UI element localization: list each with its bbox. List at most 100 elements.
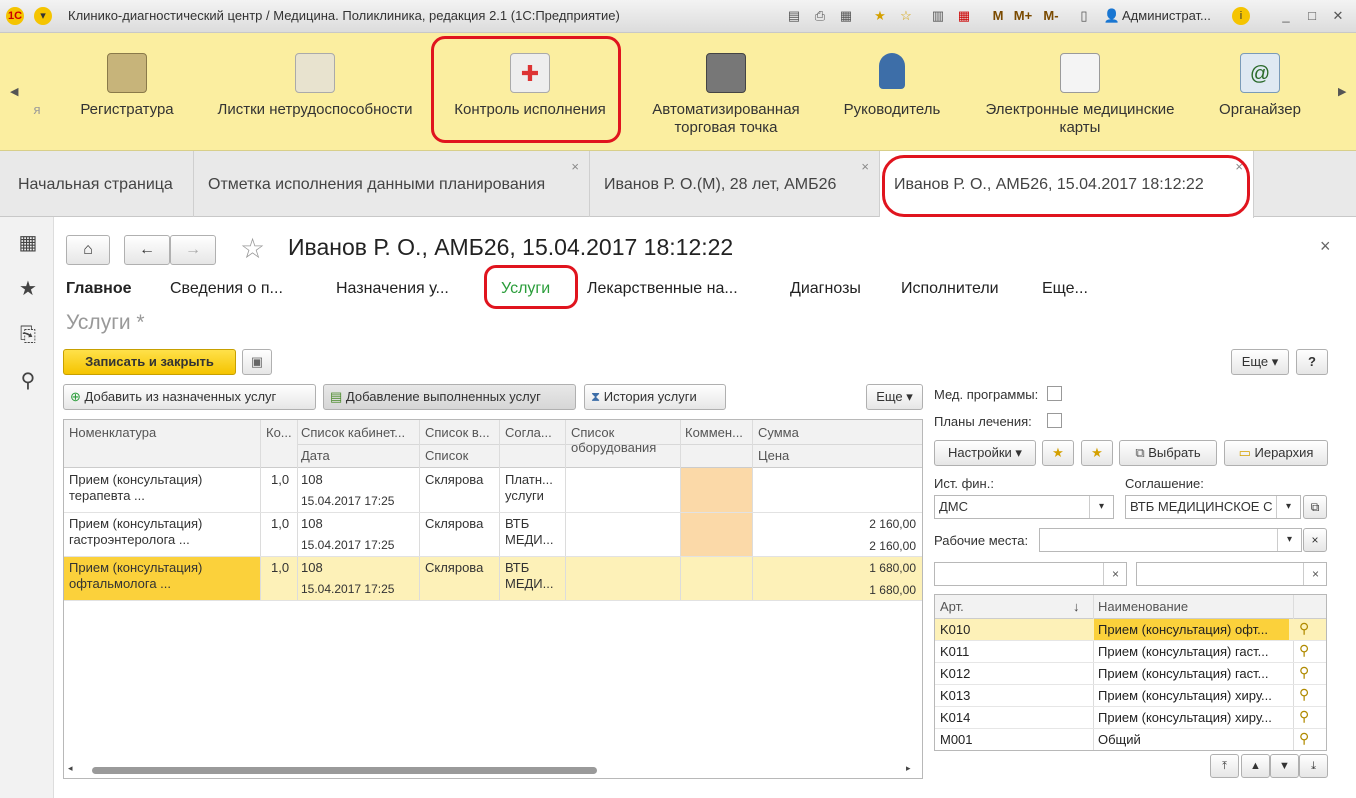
col-equipment[interactable]: Список оборудования — [571, 425, 671, 455]
filter-clear-2-icon[interactable]: × — [1303, 563, 1327, 585]
section-sick-leave[interactable]: Листки нетрудоспособности — [205, 53, 425, 118]
save-disk-button[interactable]: ▣ — [242, 349, 272, 375]
forward-button[interactable]: → — [170, 235, 216, 265]
favorite-star-icon[interactable]: ☆ — [240, 232, 265, 265]
agreement-field[interactable]: ВТБ МЕДИЦИНСКОЕ С — [1125, 495, 1301, 519]
scroll-thumb[interactable] — [92, 767, 597, 774]
close-tab-icon[interactable]: × — [571, 159, 579, 174]
col-qty[interactable]: Ко... — [266, 425, 292, 440]
col-cabinets[interactable]: Список кабинет... — [301, 425, 405, 440]
preview-icon[interactable]: ▦ — [836, 6, 856, 26]
scroll-left-arrow[interactable]: ◀ — [10, 85, 18, 98]
section-pos[interactable]: Автоматизированная торговая точка — [636, 53, 816, 136]
tab-more[interactable]: Еще... — [1042, 280, 1088, 298]
horizontal-scrollbar[interactable]: ◂ ▸ — [64, 762, 922, 778]
star-list-button[interactable]: ★ — [1081, 440, 1113, 466]
info-icon[interactable]: i — [1232, 7, 1250, 25]
col-price[interactable]: Цена — [758, 448, 789, 463]
tab-patient-card[interactable]: Иванов Р. О.(М), 28 лет, АМБ26 × — [590, 151, 880, 217]
tab-main[interactable]: Главное — [66, 280, 132, 298]
tab-performers[interactable]: Исполнители — [901, 280, 999, 298]
go-down-button[interactable]: ▼ — [1270, 754, 1299, 778]
help-button[interactable]: ? — [1296, 349, 1328, 375]
memory-m-button[interactable]: M — [988, 6, 1008, 26]
favorites-icon[interactable]: ★ — [870, 6, 890, 26]
col-agreement[interactable]: Согла... — [505, 425, 552, 440]
minimize-button[interactable]: _ — [1276, 6, 1296, 26]
workplaces-clear-button[interactable]: × — [1303, 528, 1327, 552]
services-catalog-table[interactable]: Арт. ↓ Наименование K010 Прием (консульт… — [934, 594, 1327, 751]
filter-clear-1-icon[interactable]: × — [1103, 563, 1127, 585]
menu-dropdown-icon[interactable]: ▾ — [34, 7, 52, 25]
tab-execution-mark[interactable]: Отметка исполнения данными планирования … — [194, 151, 590, 217]
service-history-button[interactable]: ⧗ История услуги — [584, 384, 726, 410]
fin-source-dropdown-icon[interactable]: ▾ — [1089, 496, 1113, 518]
workplaces-field[interactable] — [1039, 528, 1302, 552]
home-button[interactable]: ⌂ — [66, 235, 110, 265]
go-first-button[interactable]: ⤒ — [1210, 754, 1239, 778]
settings-button[interactable]: Настройки ▾ — [934, 440, 1036, 466]
memory-mplus-button[interactable]: M+ — [1010, 6, 1036, 26]
memory-mminus-button[interactable]: M- — [1038, 6, 1064, 26]
col-art[interactable]: Арт. — [940, 599, 964, 614]
add-done-services-button[interactable]: ▤ Добавление выполненных услуг — [323, 384, 576, 410]
apps-grid-icon[interactable]: ▦ — [16, 231, 40, 255]
agreement-dropdown-icon[interactable]: ▾ — [1276, 496, 1300, 518]
filter-field-2[interactable] — [1136, 562, 1327, 586]
add-favorite-icon[interactable]: ☆ — [896, 6, 916, 26]
magnifier-icon[interactable]: ⚲ — [1299, 664, 1309, 681]
list-item[interactable]: K014 Прием (консультация) хиру... ⚲ — [935, 707, 1326, 729]
list-item[interactable]: K010 Прием (консультация) офт... ⚲ — [935, 619, 1326, 641]
list-item[interactable]: K013 Прием (консультация) хиру... ⚲ — [935, 685, 1326, 707]
fin-source-field[interactable]: ДМС — [934, 495, 1114, 519]
table-row[interactable]: Прием (консультация) терапевта ... 1,0 1… — [64, 468, 922, 512]
tab-home[interactable]: Начальная страница — [4, 151, 194, 217]
magnifier-icon[interactable]: ⚲ — [1299, 730, 1309, 747]
treatment-plans-checkbox[interactable] — [1047, 413, 1062, 428]
close-tab-icon[interactable]: × — [861, 159, 869, 174]
col-list-v[interactable]: Список в... — [425, 425, 490, 440]
save-icon[interactable]: ▤ — [784, 6, 804, 26]
more-button[interactable]: Еще ▾ — [1231, 349, 1289, 375]
maximize-button[interactable]: □ — [1302, 6, 1322, 26]
hierarchy-button[interactable]: ▭ Иерархия — [1224, 440, 1328, 466]
section-organizer[interactable]: @ Органайзер — [1206, 53, 1314, 118]
go-last-button[interactable]: ⤓ — [1299, 754, 1328, 778]
section-manager[interactable]: Руководитель — [836, 53, 948, 118]
back-button[interactable]: ← — [124, 235, 170, 265]
col-list[interactable]: Список — [425, 448, 468, 463]
form-close-icon[interactable]: × — [1320, 236, 1331, 257]
col-date[interactable]: Дата — [301, 448, 330, 463]
col-sum[interactable]: Сумма — [758, 425, 799, 440]
magnifier-icon[interactable]: ⚲ — [1299, 686, 1309, 703]
favorites-star-icon[interactable]: ★ — [16, 277, 40, 301]
col-name[interactable]: Наименование — [1098, 599, 1188, 614]
user-name[interactable]: Администрат... — [1122, 8, 1211, 23]
section-emr[interactable]: Электронные медицинские карты — [970, 53, 1190, 136]
table-row[interactable]: Прием (консультация) офтальмолога ... 1,… — [64, 556, 922, 600]
agreement-open-button[interactable]: ⧉ — [1303, 495, 1327, 519]
calculator-icon[interactable]: ▥ — [928, 6, 948, 26]
col-comment[interactable]: Коммен... — [685, 425, 743, 440]
med-programs-checkbox[interactable] — [1047, 386, 1062, 401]
magnifier-icon[interactable]: ⚲ — [1299, 620, 1309, 637]
save-close-button[interactable]: Записать и закрыть — [63, 349, 236, 375]
add-assigned-services-button[interactable]: ⊕ Добавить из назначенных услуг — [63, 384, 316, 410]
table-row[interactable]: Прием (консультация) гастроэнтеролога ..… — [64, 512, 922, 556]
tab-info[interactable]: Сведения о п... — [170, 280, 283, 298]
scroll-right-arrow[interactable]: ▶ — [1338, 85, 1346, 98]
print-icon[interactable]: ⎙ — [810, 6, 830, 26]
col-nomenclature[interactable]: Номенклатура — [69, 425, 156, 440]
close-window-button[interactable]: ✕ — [1328, 6, 1348, 26]
grid-more-button[interactable]: Еще ▾ — [866, 384, 923, 410]
section-registratura[interactable]: Регистратура — [68, 53, 186, 118]
magnifier-icon[interactable]: ⚲ — [1299, 642, 1309, 659]
workplaces-dropdown-icon[interactable]: ▾ — [1277, 529, 1301, 551]
calendar-icon[interactable]: ▦ — [954, 6, 974, 26]
go-up-button[interactable]: ▲ — [1241, 754, 1270, 778]
services-table[interactable]: Номенклатура Ко... Список кабинет... Спи… — [63, 419, 923, 779]
scroll-left-icon[interactable]: ◂ — [68, 763, 73, 774]
history-icon[interactable]: ⎘ — [16, 323, 40, 347]
list-item[interactable]: K012 Прием (консультация) гаст... ⚲ — [935, 663, 1326, 685]
list-item[interactable]: M001 Общий ⚲ — [935, 729, 1326, 751]
